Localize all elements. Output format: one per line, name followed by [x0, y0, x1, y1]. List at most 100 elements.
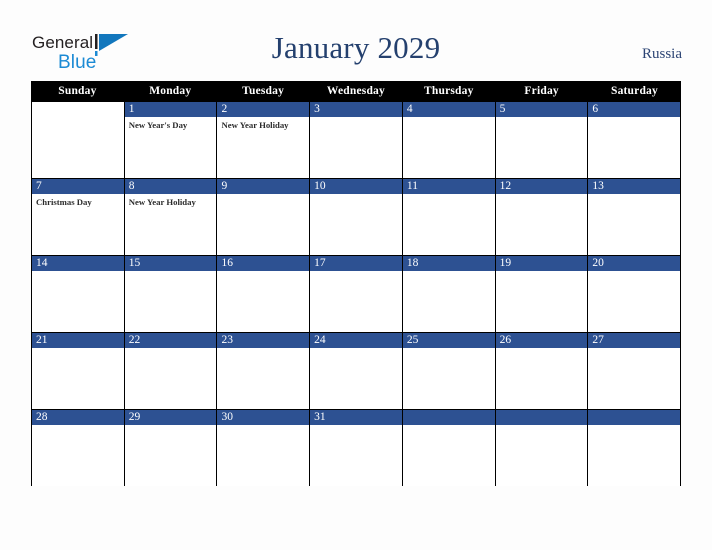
- day-number-bar: 1: [124, 102, 217, 117]
- calendar-day-cell[interactable]: 23: [217, 332, 311, 409]
- calendar-day-cell[interactable]: 14: [32, 255, 125, 332]
- calendar-week-row: 14 15 16 17 18 19 20: [31, 255, 682, 332]
- day-number-bar: 27: [588, 333, 681, 348]
- day-number: 19: [499, 257, 512, 269]
- weekday-header-friday: Friday: [524, 85, 559, 97]
- holiday-event-label: New Year Holiday: [128, 197, 196, 207]
- day-number: 20: [592, 257, 604, 269]
- day-number: 11: [406, 180, 418, 192]
- calendar-day-cell[interactable]: 3: [310, 101, 403, 178]
- calendar-empty-cell: [402, 409, 496, 486]
- page-header: General Blue January 2029 Russia: [0, 0, 712, 80]
- day-number: 1: [128, 103, 135, 115]
- day-number: 14: [36, 257, 48, 269]
- day-number: 21: [36, 334, 48, 346]
- calendar-week-row: 28 29 30 31: [31, 409, 682, 486]
- day-number: 25: [406, 334, 419, 346]
- country-label: Russia: [641, 46, 682, 62]
- day-number: 17: [314, 257, 326, 269]
- holiday-event-label: New Year's Day: [128, 120, 188, 130]
- day-number-bar: 3: [310, 102, 402, 117]
- day-number-bar: 31: [310, 410, 402, 425]
- weekday-header-thursday: Thursday: [424, 85, 474, 97]
- day-number-bar: 6: [588, 102, 681, 117]
- calendar-day-cell[interactable]: 27: [588, 332, 682, 409]
- day-number-bar: 17: [310, 256, 402, 271]
- day-number: 18: [406, 257, 419, 269]
- day-number-bar: 11: [402, 179, 495, 194]
- calendar-day-cell[interactable]: 8 New Year Holiday: [124, 178, 218, 255]
- day-number: 15: [128, 257, 141, 269]
- weekday-header-row: Sunday Monday Tuesday Wednesday Thursday…: [31, 81, 681, 101]
- calendar-day-cell[interactable]: 30: [217, 409, 311, 486]
- calendar-day-cell[interactable]: 22: [124, 332, 218, 409]
- day-number: 3: [314, 103, 320, 115]
- day-number-bar: 20: [588, 256, 681, 271]
- calendar-day-cell[interactable]: 1 New Year's Day: [124, 101, 218, 178]
- calendar-day-cell[interactable]: 7 Christmas Day: [32, 178, 125, 255]
- day-number: 13: [592, 180, 604, 192]
- holiday-event-label: Christmas Day: [36, 197, 92, 207]
- calendar-day-cell[interactable]: 16: [217, 255, 311, 332]
- day-number-bar: [32, 102, 124, 117]
- day-number-bar: 23: [217, 333, 310, 348]
- calendar-day-cell[interactable]: 18: [402, 255, 496, 332]
- day-number-bar: 19: [495, 256, 588, 271]
- day-number-bar: 4: [402, 102, 495, 117]
- calendar-day-cell[interactable]: 11: [402, 178, 496, 255]
- weekday-header-tuesday: Tuesday: [242, 85, 285, 97]
- day-number: 29: [128, 411, 141, 423]
- calendar-empty-cell: [495, 409, 589, 486]
- calendar-day-cell[interactable]: 15: [124, 255, 218, 332]
- day-number-bar: 12: [495, 179, 588, 194]
- calendar-empty-cell: [588, 409, 682, 486]
- day-number-bar: [495, 410, 588, 425]
- day-number-bar: 25: [402, 333, 495, 348]
- calendar-day-cell[interactable]: 20: [588, 255, 682, 332]
- calendar-day-cell[interactable]: 29: [124, 409, 218, 486]
- day-events: New Year Holiday: [125, 194, 217, 208]
- calendar-day-cell[interactable]: 21: [32, 332, 125, 409]
- day-events: New Year Holiday: [217, 117, 309, 131]
- day-number: 9: [221, 180, 228, 192]
- day-number: 5: [499, 103, 506, 115]
- calendar-day-cell[interactable]: 19: [495, 255, 589, 332]
- day-number: 31: [314, 411, 326, 423]
- calendar-day-cell[interactable]: 31: [310, 409, 403, 486]
- day-number: 4: [406, 103, 413, 115]
- day-number-bar: 26: [495, 333, 588, 348]
- calendar-day-cell[interactable]: 9: [217, 178, 311, 255]
- calendar-grid: Sunday Monday Tuesday Wednesday Thursday…: [31, 81, 682, 486]
- calendar-day-cell[interactable]: 17: [310, 255, 403, 332]
- day-number-bar: [402, 410, 495, 425]
- calendar-day-cell[interactable]: 12: [495, 178, 589, 255]
- day-number: 22: [128, 334, 141, 346]
- day-number: 8: [128, 180, 135, 192]
- calendar-day-cell[interactable]: 6: [588, 101, 682, 178]
- calendar-week-row: 21 22 23 24 25 26 27: [31, 332, 682, 409]
- calendar-day-cell[interactable]: 5: [495, 101, 589, 178]
- day-number: 27: [592, 334, 604, 346]
- calendar-day-cell[interactable]: 4: [402, 101, 496, 178]
- day-number-bar: 30: [217, 410, 310, 425]
- calendar-day-cell[interactable]: 28: [32, 409, 125, 486]
- day-number-bar: 7: [32, 179, 124, 194]
- weekday-header-wednesday: Wednesday: [326, 85, 385, 97]
- calendar-day-cell[interactable]: 10: [310, 178, 403, 255]
- day-number: 30: [221, 411, 233, 423]
- calendar-day-cell[interactable]: 24: [310, 332, 403, 409]
- day-number-bar: 16: [217, 256, 310, 271]
- day-number: 2: [221, 103, 228, 115]
- calendar-day-cell[interactable]: 2 New Year Holiday: [217, 101, 311, 178]
- weekday-header-saturday: Saturday: [610, 85, 658, 97]
- holiday-event-label: New Year Holiday: [221, 120, 289, 130]
- calendar-day-cell[interactable]: 26: [495, 332, 589, 409]
- day-number: 24: [314, 334, 326, 346]
- day-number-bar: 29: [124, 410, 217, 425]
- calendar-day-cell[interactable]: 25: [402, 332, 496, 409]
- calendar-weeks: 1 New Year's Day 2 New Year Holiday 3 4 5 6 7 Chr…: [31, 101, 682, 486]
- day-number-bar: 14: [32, 256, 124, 271]
- page-title: January 2029: [271, 30, 441, 65]
- day-number-bar: 18: [402, 256, 495, 271]
- calendar-day-cell[interactable]: 13: [588, 178, 682, 255]
